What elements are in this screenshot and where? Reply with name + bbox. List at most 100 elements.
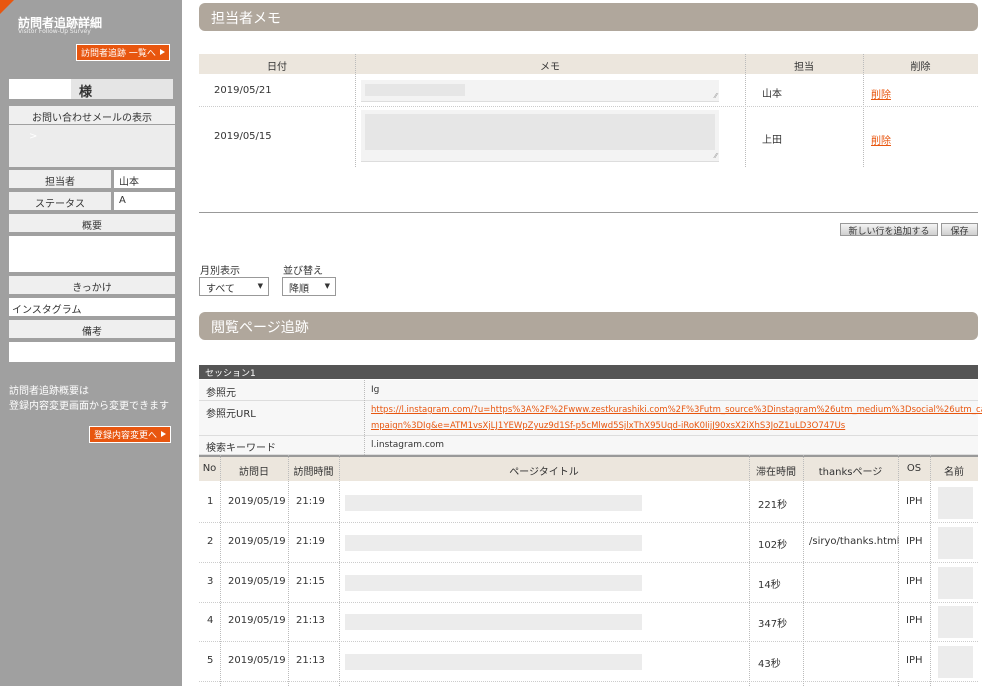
sidebar: 訪問者追跡詳細 Visitor Follow-Up Survey 訪問者追跡 一… <box>0 0 182 686</box>
sort-select[interactable]: 降順 ▼ <box>282 277 336 296</box>
page-title-redacted <box>345 535 642 551</box>
info-col-divider <box>364 380 365 455</box>
pages-col-time: 訪問時間 <box>293 467 334 478</box>
referrer-url-row: 参照元URL https://l.instagram.com/?u=https%… <box>199 401 982 436</box>
status-value: A <box>114 192 175 210</box>
memo-delete-link[interactable]: 削除 <box>871 132 891 147</box>
memo-row-person[interactable]: 山本 <box>762 85 782 100</box>
memo-row-person[interactable]: 上田 <box>762 131 782 146</box>
expand-arrow-icon: > <box>29 131 38 142</box>
sidebar-note-line2: 登録内容変更画面から変更できます <box>9 401 169 412</box>
referrer-row: 参照元 Ig <box>199 380 978 401</box>
status-label: ステータス <box>9 192 111 210</box>
pages-col-no: No <box>202 463 217 474</box>
memo-textarea[interactable]: ⁄⁄ <box>361 110 719 162</box>
page-row-date: 2019/05/19 <box>228 536 286 547</box>
edit-registration-link[interactable]: 登録内容変更へ <box>89 426 172 443</box>
page-title-redacted <box>345 495 642 511</box>
page-row-stay: 14秒 <box>758 580 781 591</box>
memo-text-redacted <box>365 114 715 150</box>
pages-table-header: No 訪問日 訪問時間 ページタイトル 滞在時間 thanksページ OS 名前 <box>199 455 978 481</box>
page-title-redacted <box>345 654 642 670</box>
mail-label: お問い合わせメールの表示 <box>9 106 175 124</box>
remarks-label: 備考 <box>9 320 175 338</box>
assignee-value: 山本 <box>114 170 175 188</box>
page-row-date: 2019/05/19 <box>228 655 286 666</box>
memo-col-date: 日付 <box>267 62 287 73</box>
memo-col-divider <box>863 54 864 167</box>
page-row-date: 2019/05/19 <box>228 496 286 507</box>
dropdown-arrow-icon: ▼ <box>324 282 330 290</box>
page-row-os: IPH <box>906 496 923 507</box>
referrer-url-link[interactable]: https://l.instagram.com/?u=https%3A%2F%2… <box>371 402 982 434</box>
page-row-no: 5 <box>207 655 214 666</box>
page-row-date: 2019/05/19 <box>228 576 286 587</box>
memo-col-divider <box>745 54 746 167</box>
sort-label: 並び替え <box>283 266 323 277</box>
page-row-time: 21:19 <box>296 496 325 507</box>
sidebar-subtitle: Visitor Follow-Up Survey <box>18 28 91 35</box>
page-row-os: IPH <box>906 536 923 547</box>
resize-grip-icon: ⁄⁄ <box>714 152 717 160</box>
keyword-label: 検索キーワード <box>206 443 276 454</box>
monthly-select-value: すべて <box>206 284 235 295</box>
pages-col-thanks: thanksページ <box>818 467 883 478</box>
pages-col-divider <box>749 455 750 686</box>
page-row-stay: 221秒 <box>758 500 788 511</box>
pages-col-divider <box>930 455 931 686</box>
page-row-time: 21:13 <box>296 615 325 626</box>
page-row-time: 21:15 <box>296 576 325 587</box>
referrer-url-label: 参照元URL <box>206 409 256 420</box>
memo-text-redacted <box>365 84 465 96</box>
memo-table-header: 日付 メモ 担当 削除 <box>199 54 978 74</box>
save-button[interactable]: 保存 <box>941 223 978 237</box>
monthly-select[interactable]: すべて ▼ <box>199 277 269 296</box>
pages-col-divider <box>288 455 289 686</box>
mail-display[interactable]: > <box>9 125 175 167</box>
referrer-value: Ig <box>371 385 380 395</box>
memo-col-delete: 削除 <box>910 62 931 73</box>
corner-accent <box>0 0 14 14</box>
summary-label: 概要 <box>9 214 175 232</box>
page-row-no: 4 <box>207 615 214 626</box>
play-icon <box>161 431 167 437</box>
page-row-stay: 347秒 <box>758 619 788 630</box>
memo-row-date[interactable]: 2019/05/15 <box>214 131 272 142</box>
memo-col-memo: メモ <box>540 62 560 73</box>
honorific: 様 <box>79 85 93 100</box>
memo-table-bottom <box>199 212 978 213</box>
sidebar-note-line1: 訪問者追跡概要は <box>9 386 89 397</box>
pages-col-os: OS <box>906 463 922 474</box>
page-row-name <box>938 606 973 638</box>
page-row-time: 21:13 <box>296 655 325 666</box>
page-row-no: 2 <box>207 536 214 547</box>
play-icon <box>159 49 165 55</box>
keyword-row: 検索キーワード l.instagram.com <box>199 436 978 455</box>
pages-col-divider <box>220 455 221 686</box>
edit-registration-link-label: 登録内容変更へ <box>94 431 158 441</box>
memo-row-date[interactable]: 2019/05/21 <box>214 85 272 96</box>
memo-textarea[interactable]: ⁄⁄ <box>361 80 719 102</box>
add-row-button[interactable]: 新しい行を追加する <box>840 223 938 237</box>
pages-col-name: 名前 <box>944 467 964 478</box>
visitor-name-redacted <box>9 79 71 99</box>
memo-col-divider <box>355 54 356 167</box>
page-row-name <box>938 527 973 559</box>
referrer-url-line2: mpaign%3DIg&e=ATM1vsXjLJ1YEWpZyuz9d1Sf-p… <box>371 421 846 431</box>
page-row-time: 21:19 <box>296 536 325 547</box>
page-row: 2 2019/05/19 21:19 102秒/siryo/thanks.html IP… <box>199 523 978 563</box>
visitor-list-link[interactable]: 訪問者追跡 一覧へ <box>76 44 170 61</box>
page-row-stay: 102秒 <box>758 540 788 551</box>
pages-col-divider <box>898 455 899 686</box>
memo-delete-link[interactable]: 削除 <box>871 86 891 101</box>
memo-row-divider <box>199 106 978 107</box>
assignee-label: 担当者 <box>9 170 111 188</box>
referrer-label: 参照元 <box>206 388 236 399</box>
page-row-os: IPH <box>906 615 923 626</box>
page-row-name <box>938 567 973 599</box>
dropdown-arrow-icon: ▼ <box>257 282 263 290</box>
pages-col-divider <box>339 455 340 686</box>
page-row: 3 2019/05/19 21:15 14秒 IPH <box>199 563 978 603</box>
page-row: 5 2019/05/19 21:13 43秒 IPH <box>199 642 978 682</box>
sort-select-value: 降順 <box>289 284 309 295</box>
